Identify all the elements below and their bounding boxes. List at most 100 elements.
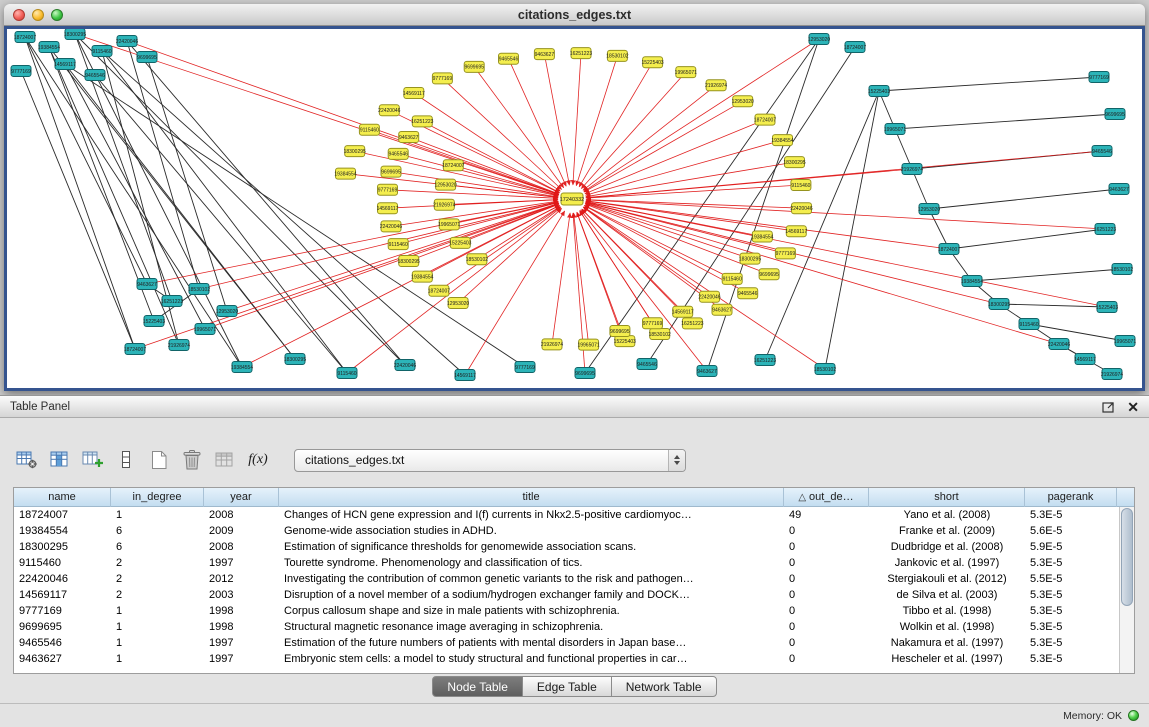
graph-node[interactable]: 9465546: [738, 288, 758, 299]
new-column-button[interactable]: [80, 448, 106, 472]
graph-node[interactable]: 15225403: [143, 316, 165, 327]
network-canvas[interactable]: 1872400719384554183002959115460224200461…: [7, 29, 1142, 388]
import-table-button[interactable]: [212, 448, 238, 472]
graph-node[interactable]: 18300295: [284, 354, 306, 365]
graph-node[interactable]: 14569117: [785, 226, 807, 237]
graph-node[interactable]: 9115460: [92, 46, 112, 57]
table-row[interactable]: 946554611997Estimation of the future num…: [14, 635, 1134, 651]
table-row[interactable]: 2242004622012Investigating the contribut…: [14, 571, 1134, 587]
graph-node[interactable]: 9465546: [499, 53, 519, 64]
graph-node[interactable]: 22420046: [1048, 339, 1070, 350]
graph-node[interactable]: 21926974: [901, 164, 923, 175]
new-table-button[interactable]: [146, 448, 172, 472]
graph-node[interactable]: 9115460: [1019, 319, 1039, 330]
column-header-title[interactable]: title: [279, 488, 784, 507]
graph-node[interactable]: 12953020: [808, 34, 830, 45]
graph-node[interactable]: 16251223: [161, 296, 183, 307]
graph-node[interactable]: 9115460: [337, 368, 357, 379]
graph-node[interactable]: 19384554: [411, 271, 433, 282]
graph-node[interactable]: 16251223: [411, 116, 433, 127]
graph-node[interactable]: 18530102: [188, 284, 210, 295]
match-column-button[interactable]: [113, 448, 139, 472]
graph-node[interactable]: 18530102: [1111, 264, 1133, 275]
graph-node[interactable]: 18724007: [844, 42, 866, 53]
graph-node[interactable]: 9777169: [432, 73, 452, 84]
graph-node[interactable]: 18724007: [938, 244, 960, 255]
graph-node[interactable]: 19965071: [675, 67, 697, 78]
graph-node[interactable]: 18300295: [739, 253, 761, 264]
graph-node[interactable]: 16251223: [681, 318, 703, 329]
graph-node[interactable]: 16251223: [570, 48, 592, 59]
graph-node[interactable]: 22420046: [394, 360, 416, 371]
graph-node[interactable]: 14569117: [54, 59, 76, 70]
graph-node[interactable]: 18724007: [124, 344, 146, 355]
graph-node[interactable]: 22420046: [790, 203, 812, 214]
graph-node[interactable]: 12953020: [434, 179, 456, 190]
graph-node[interactable]: 9463627: [1109, 184, 1129, 195]
tab-network-table[interactable]: Network Table: [611, 676, 717, 697]
graph-node[interactable]: 19384554: [38, 42, 60, 53]
graph-node[interactable]: 12953020: [732, 96, 754, 107]
delete-table-button[interactable]: [179, 448, 205, 472]
graph-node[interactable]: 19384554: [231, 362, 253, 373]
graph-node[interactable]: 18300295: [344, 146, 366, 157]
graph-node[interactable]: 9699695: [464, 61, 484, 72]
graph-node[interactable]: 22420046: [698, 291, 720, 302]
graph-node[interactable]: 21926974: [168, 340, 190, 351]
function-builder-button[interactable]: f(x): [245, 448, 271, 472]
graph-node[interactable]: 14569117: [1074, 354, 1096, 365]
graph-node[interactable]: 19384554: [334, 168, 356, 179]
graph-node[interactable]: 18724007: [754, 114, 776, 125]
graph-node[interactable]: 19965071: [438, 219, 460, 230]
graph-node[interactable]: 19965071: [884, 124, 906, 135]
graph-node[interactable]: 15225403: [614, 336, 636, 347]
column-header-in_degree[interactable]: in_degree: [111, 488, 204, 507]
graph-node[interactable]: 14569117: [454, 370, 476, 381]
table-row[interactable]: 1938455462009Genome-wide association stu…: [14, 523, 1134, 539]
table-scrollbar[interactable]: [1119, 507, 1134, 673]
table-row[interactable]: 977716911998Corpus callosum shape and si…: [14, 603, 1134, 619]
graph-node[interactable]: 18530102: [649, 329, 671, 340]
graph-hub-node[interactable]: 17240332: [560, 193, 584, 205]
graph-node[interactable]: 19965071: [1114, 336, 1136, 347]
graph-node[interactable]: 9777169: [775, 248, 795, 259]
graph-node[interactable]: 22420046: [378, 105, 400, 116]
scrollbar-thumb[interactable]: [1121, 508, 1133, 606]
graph-node[interactable]: 9463627: [534, 49, 554, 60]
graph-node[interactable]: 15225403: [449, 237, 471, 248]
column-header-out_degree[interactable]: △out_de…: [784, 488, 869, 507]
graph-node[interactable]: 21926974: [1101, 369, 1123, 380]
graph-node[interactable]: 18724007: [14, 32, 36, 43]
graph-node[interactable]: 15225403: [641, 57, 663, 68]
graph-node[interactable]: 9465546: [1092, 146, 1112, 157]
graph-node[interactable]: 18724007: [428, 285, 450, 296]
graph-node[interactable]: 9115460: [359, 124, 379, 135]
graph-node[interactable]: 14569117: [672, 306, 694, 317]
table-settings-button[interactable]: [14, 448, 40, 472]
table-selector-dropdown[interactable]: citations_edges.txt: [294, 449, 686, 472]
graph-node[interactable]: 9699695: [381, 166, 401, 177]
graph-node[interactable]: 18300295: [398, 256, 420, 267]
graph-node[interactable]: 9777169: [1089, 72, 1109, 83]
graph-node[interactable]: 9115460: [722, 273, 742, 284]
column-header-year[interactable]: year: [204, 488, 279, 507]
graph-node[interactable]: 19384554: [961, 276, 983, 287]
show-columns-button[interactable]: [47, 448, 73, 472]
graph-node[interactable]: 9465546: [85, 70, 105, 81]
tab-edge-table[interactable]: Edge Table: [522, 676, 612, 697]
graph-node[interactable]: 19965071: [577, 339, 599, 350]
float-panel-button[interactable]: [1102, 401, 1115, 413]
graph-node[interactable]: 18530102: [466, 254, 488, 265]
table-row[interactable]: 946362711997Embryonic stem cells: a mode…: [14, 651, 1134, 667]
table-row[interactable]: 1830029562008Estimation of significance …: [14, 539, 1134, 555]
graph-node[interactable]: 18530102: [606, 50, 628, 61]
column-header-short[interactable]: short: [869, 488, 1025, 507]
graph-node[interactable]: 9465546: [637, 359, 657, 370]
graph-node[interactable]: 22420046: [380, 221, 402, 232]
graph-node[interactable]: 9463627: [697, 366, 717, 377]
graph-node[interactable]: 16251223: [754, 355, 776, 366]
graph-node[interactable]: 14569117: [377, 203, 399, 214]
graph-node[interactable]: 16251223: [1094, 224, 1116, 235]
graph-node[interactable]: 19384554: [771, 135, 793, 146]
graph-node[interactable]: 9115460: [388, 239, 408, 250]
